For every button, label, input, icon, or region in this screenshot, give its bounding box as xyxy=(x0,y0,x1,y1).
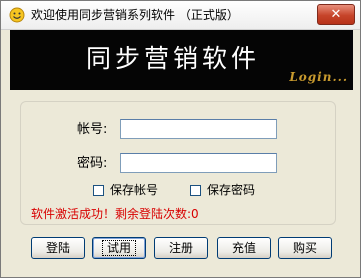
account-input[interactable] xyxy=(120,119,277,139)
save-account-checkbox[interactable] xyxy=(93,185,104,196)
save-account-label[interactable]: 保存帐号 xyxy=(110,183,158,197)
app-window: 欢迎使用同步营销系列软件 （正式版） ✕ 同步营销软件 Login... 帐号:… xyxy=(0,0,361,278)
window-title: 欢迎使用同步营销系列软件 （正式版） xyxy=(31,8,239,22)
password-input[interactable] xyxy=(120,153,277,173)
recharge-button-label: 充值 xyxy=(231,241,256,255)
login-button-label: 登陆 xyxy=(45,241,70,255)
login-button[interactable]: 登陆 xyxy=(31,237,85,259)
save-password-label[interactable]: 保存密码 xyxy=(207,183,255,197)
register-button-label: 注册 xyxy=(168,241,193,255)
trial-button-label: 试用 xyxy=(101,240,136,256)
banner-title: 同步营销软件 xyxy=(86,44,261,73)
account-label: 帐号: xyxy=(77,122,108,137)
smiley-face-icon xyxy=(9,7,25,23)
trial-button[interactable]: 试用 xyxy=(92,237,146,259)
buy-button-label: 购买 xyxy=(292,241,317,255)
password-label: 密码: xyxy=(77,156,108,171)
close-icon: ✕ xyxy=(330,7,342,22)
banner-login-text: Login... xyxy=(289,70,348,84)
banner: 同步营销软件 Login... xyxy=(10,30,353,90)
close-button[interactable]: ✕ xyxy=(317,4,355,25)
buy-button[interactable]: 购买 xyxy=(278,237,332,259)
status-message: 软件激活成功！剩余登陆次数:0 xyxy=(31,207,199,221)
register-button[interactable]: 注册 xyxy=(154,237,208,259)
recharge-button[interactable]: 充值 xyxy=(217,237,271,259)
title-bar[interactable]: 欢迎使用同步营销系列软件 （正式版） ✕ xyxy=(1,1,360,30)
save-password-checkbox[interactable] xyxy=(190,185,201,196)
